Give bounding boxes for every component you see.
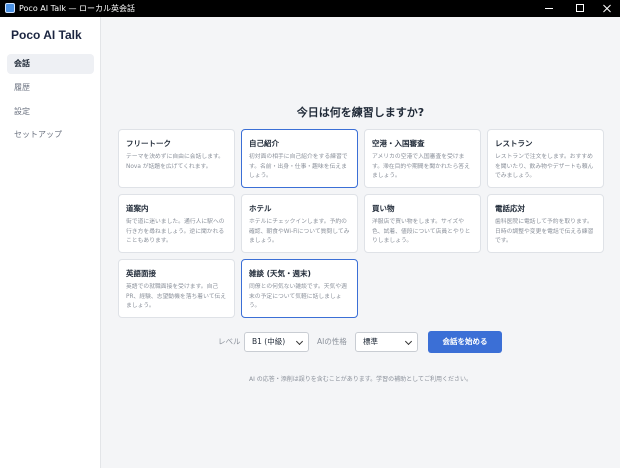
scenario-title: 空港・入国審査 [372,139,425,148]
chevron-down-icon [295,337,304,346]
main-panel: 今日は何を練習しますか? フリートーク テーマを決めずに自由に会話します。Nov… [101,17,620,468]
sidebar: Poco AI Talk 会話 履歴 設定 セットアップ [0,17,101,468]
scenario-desc: 歯科医院に電話して予約を取ります。日時の調整や変更を電話で伝える練習です。 [495,219,594,244]
scenario-desc: ホテルにチェックインします。予約の確認、朝食やWi-Fiについて質問してみましょ… [249,219,350,244]
title-bar: Poco AI Talk — ローカル英会話 [0,0,620,17]
chevron-down-icon [404,337,413,346]
sidebar-item-conversation[interactable]: 会話 [7,54,94,74]
start-conversation-button[interactable]: 会話を始める [428,331,502,353]
sidebar-item-settings[interactable]: 設定 [7,102,94,122]
app-icon [5,3,15,13]
scenario-title: 雑談 (天気・週末) [249,269,311,278]
personality-label: AIの性格 [317,337,347,346]
scenario-desc: アメリカの空港で入国審査を受けます。滞在目的や期間を聞かれたら答えましょう。 [372,154,470,179]
window-title: Poco AI Talk — ローカル英会話 [19,4,136,13]
scenario-desc: 同僚との何気ない雑談です。天気や週末の予定について気軽に話しましょう。 [249,284,347,309]
scenario-card-directions[interactable]: 道案内 街で道に迷いました。通行人に駅への行き方を尋ねましょう。逆に聞かれること… [118,194,235,253]
scenario-desc: 初対面の相手に自己紹介をする練習です。名前・出身・仕事・趣味を伝えましょう。 [249,154,348,179]
scenario-card-free-talk[interactable]: フリートーク テーマを決めずに自由に会話します。Nova が話題を広げてくれます… [118,129,235,188]
scenario-desc: 英語での就職面接を受けます。自己PR、経験、志望動機を落ち着いて伝えましょう。 [126,284,227,309]
scenario-title: 買い物 [372,204,395,213]
app-brand: Poco AI Talk [11,28,82,42]
level-select[interactable]: B1 (中級) [244,332,309,352]
scenario-card-interview[interactable]: 英語面接 英語での就職面接を受けます。自己PR、経験、志望動機を落ち着いて伝えま… [118,259,235,318]
level-label: レベル [218,337,241,346]
page-title: 今日は何を練習しますか? [296,106,425,119]
maximize-icon[interactable] [565,0,595,17]
scenario-card-restaurant[interactable]: レストラン レストランで注文をします。おすすめを聞いたり、飲み物やデザートも頼ん… [487,129,604,188]
disclaimer-text: AI の応答・添削は誤りを含むことがあります。学習の補助としてご利用ください。 [248,376,472,383]
scenario-card-shopping[interactable]: 買い物 洋服店で買い物をします。サイズや色、試着、値段について店員とやりとりしま… [364,194,481,253]
sidebar-item-setup[interactable]: セットアップ [7,125,94,145]
scenario-title: 自己紹介 [249,139,279,148]
scenario-desc: 洋服店で買い物をします。サイズや色、試着、値段について店員とやりとりしましょう。 [372,219,471,244]
scenario-desc: 街で道に迷いました。通行人に駅への行き方を尋ねましょう。逆に聞かれることもありま… [126,219,225,244]
scenario-title: ホテル [249,204,272,213]
personality-value: 標準 [363,337,378,346]
close-icon[interactable] [593,0,620,17]
scenario-desc: テーマを決めずに自由に会話します。Nova が話題を広げてくれます。 [126,154,224,170]
scenario-card-self-intro[interactable]: 自己紹介 初対面の相手に自己紹介をする練習です。名前・出身・仕事・趣味を伝えまし… [241,129,358,188]
personality-select[interactable]: 標準 [355,332,418,352]
sidebar-item-history[interactable]: 履歴 [7,78,94,98]
scenario-card-phone[interactable]: 電話応対 歯科医院に電話して予約を取ります。日時の調整や変更を電話で伝える練習で… [487,194,604,253]
scenario-title: 道案内 [126,204,149,213]
scenario-title: レストラン [495,139,533,148]
level-value: B1 (中級) [252,337,286,346]
minimize-icon[interactable] [535,0,565,17]
scenario-title: 電話応対 [495,204,525,213]
scenario-card-hotel[interactable]: ホテル ホテルにチェックインします。予約の確認、朝食やWi-Fiについて質問して… [241,194,358,253]
scenario-title: フリートーク [126,139,171,148]
scenario-card-airport[interactable]: 空港・入国審査 アメリカの空港で入国審査を受けます。滞在目的や期間を聞かれたら答… [364,129,481,188]
scenario-card-small-talk[interactable]: 雑談 (天気・週末) 同僚との何気ない雑談です。天気や週末の予定について気軽に話… [241,259,358,318]
scenario-title: 英語面接 [126,269,156,278]
scenario-desc: レストランで注文をします。おすすめを聞いたり、飲み物やデザートも頼んでみましょう… [495,154,594,179]
